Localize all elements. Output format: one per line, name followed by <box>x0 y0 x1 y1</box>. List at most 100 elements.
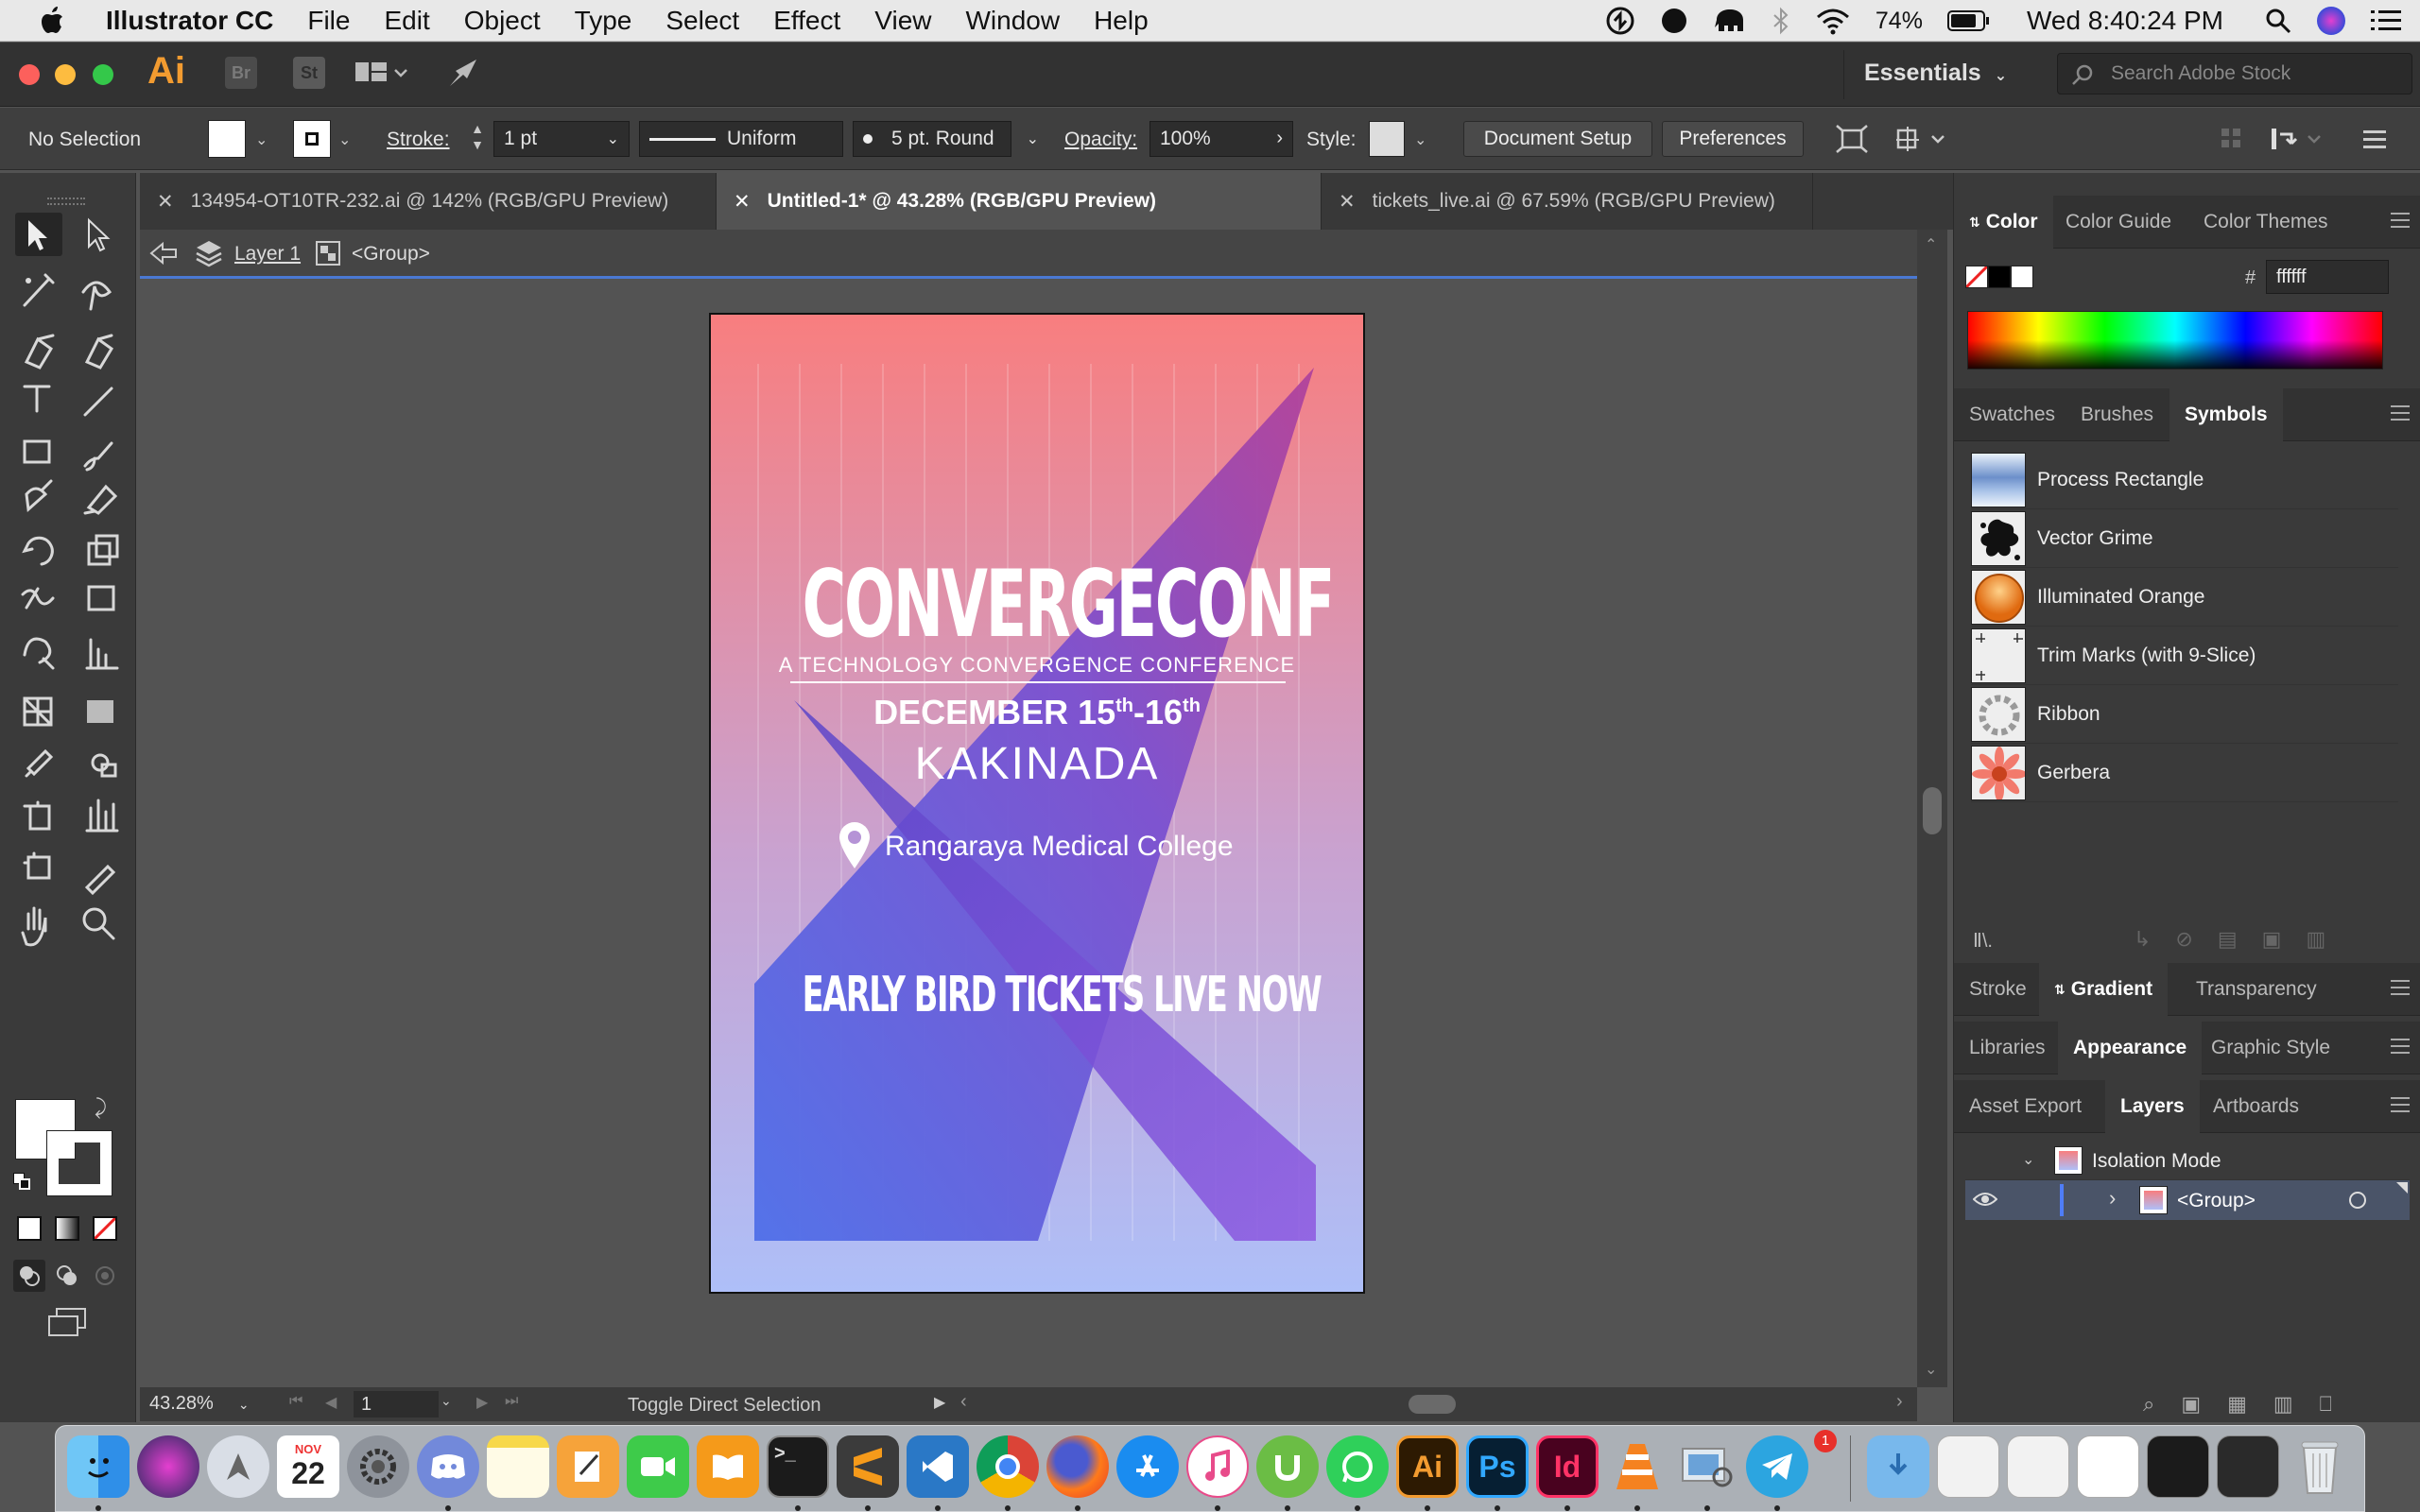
document-stack-icon[interactable] <box>1937 1435 1999 1498</box>
chevron-down-icon[interactable]: ⌄ <box>338 130 351 149</box>
none-swatch[interactable] <box>1965 266 1988 288</box>
close-tab-icon[interactable]: ✕ <box>734 190 751 214</box>
sync-icon[interactable] <box>1605 6 1635 36</box>
menu-effect[interactable]: Effect <box>756 6 857 36</box>
first-artboard-icon[interactable]: ⏮ <box>289 1393 302 1410</box>
stroke-stepper[interactable]: ▲ ▼ <box>463 121 492 157</box>
draw-inside-icon[interactable] <box>89 1260 121 1292</box>
photoshop-icon[interactable]: Ps <box>1466 1435 1529 1498</box>
zoom-window-button[interactable] <box>93 64 113 85</box>
screenshot-thumb-icon[interactable] <box>2077 1435 2139 1498</box>
downloads-folder-icon[interactable] <box>1867 1435 1929 1498</box>
symbol-item[interactable]: Vector Grime <box>1971 509 2398 568</box>
chevron-right-icon[interactable]: › <box>2109 1186 2116 1211</box>
notification-center-icon[interactable] <box>2371 9 2401 33</box>
minimize-window-button[interactable] <box>55 64 76 85</box>
graphic-style-swatch[interactable] <box>1369 121 1405 157</box>
target-circle-icon[interactable] <box>2349 1192 2366 1209</box>
battery-icon[interactable] <box>1946 9 1991 32</box>
symbol-item[interactable]: Illuminated Orange <box>1971 568 2398 627</box>
menu-type[interactable]: Type <box>558 6 649 36</box>
document-stack-icon[interactable] <box>2007 1435 2069 1498</box>
tab-brushes[interactable]: Brushes <box>2066 388 2169 441</box>
menu-help[interactable]: Help <box>1077 6 1166 36</box>
symbol-item[interactable]: Gerbera <box>1971 744 2398 802</box>
hex-input[interactable]: ffffff <box>2266 260 2389 294</box>
document-setup-button[interactable]: Document Setup <box>1463 121 1652 157</box>
artboard[interactable]: CONVERGECONF A TECHNOLOGY CONVERGENCE CO… <box>709 313 1365 1294</box>
tab-asset-export[interactable]: Asset Export <box>1954 1080 2097 1133</box>
last-artboard-icon[interactable]: ⏭ <box>505 1393 518 1410</box>
close-tab-icon[interactable]: ✕ <box>1339 190 1356 214</box>
status-dot-icon[interactable] <box>1660 7 1688 35</box>
menu-window[interactable]: Window <box>948 6 1077 36</box>
indesign-icon[interactable]: Id <box>1536 1435 1599 1498</box>
clock[interactable]: Wed 8:40:24 PM <box>2027 6 2223 36</box>
whatsapp-icon[interactable] <box>1326 1435 1389 1498</box>
symbol-libraries-icon[interactable]: Ⅱ\. <box>1973 929 1993 953</box>
stroke-color-box[interactable] <box>46 1130 112 1196</box>
next-artboard-icon[interactable]: ▶ <box>476 1393 488 1412</box>
brush-definition[interactable]: 5 pt. Round ⌄ <box>853 121 1039 157</box>
chevron-down-icon[interactable]: ⌄ <box>1414 130 1426 149</box>
scroll-up-icon[interactable]: ⌃ <box>1925 235 1937 254</box>
pages-icon[interactable] <box>557 1435 619 1498</box>
symbol-item[interactable]: Trim Marks (with 9-Slice) <box>1971 627 2398 685</box>
bridge-icon[interactable]: Br <box>225 57 257 89</box>
illustrator-dock-icon[interactable]: Ai <box>1396 1435 1459 1498</box>
app-menu[interactable]: Illustrator CC <box>81 6 290 36</box>
stock-search-input[interactable]: Search Adobe Stock <box>2057 53 2412 94</box>
preview-icon[interactable] <box>1676 1435 1738 1498</box>
draw-normal-icon[interactable] <box>13 1260 45 1292</box>
gpu-performance-icon[interactable] <box>448 58 480 88</box>
tab-libraries[interactable]: Libraries <box>1954 1022 2061 1074</box>
notes-icon[interactable] <box>487 1435 549 1498</box>
tab-graphic-styles[interactable]: Graphic Style <box>2196 1022 2345 1074</box>
tab-document-3[interactable]: ✕ tickets_live.ai @ 67.59% (RGB/GPU Previ… <box>1322 173 1813 230</box>
menu-view[interactable]: View <box>857 6 948 36</box>
vscode-icon[interactable] <box>907 1435 969 1498</box>
discord-icon[interactable] <box>417 1435 479 1498</box>
facetime-icon[interactable] <box>627 1435 689 1498</box>
panel-menu-icon[interactable] <box>2391 980 2410 995</box>
scroll-down-icon[interactable]: ⌄ <box>1925 1360 1937 1379</box>
horizontal-scrollbar[interactable]: ‹ › <box>955 1387 1917 1421</box>
panel-menu-icon[interactable] <box>2363 130 2386 149</box>
white-swatch[interactable] <box>2011 266 2033 288</box>
selection-indicator[interactable] <box>2396 1182 2408 1194</box>
default-fill-stroke-icon[interactable] <box>13 1173 32 1192</box>
zoom-field[interactable]: 43.28% ⌄ <box>149 1393 250 1415</box>
panel-menu-icon[interactable] <box>2391 1039 2410 1054</box>
vertical-scrollbar[interactable]: ⌃ ⌄ <box>1917 230 1947 1387</box>
tab-layers[interactable]: Layers <box>2105 1080 2200 1133</box>
scroll-thumb[interactable] <box>1923 787 1942 834</box>
artboard-number-field[interactable]: 1 <box>354 1391 439 1418</box>
arrange-documents-icon[interactable] <box>355 61 408 84</box>
close-tab-icon[interactable]: ✕ <box>157 190 174 214</box>
trash-icon[interactable] <box>2289 1435 2351 1498</box>
grid-icon[interactable] <box>2221 129 2242 149</box>
status-menu-icon[interactable]: ▶ <box>934 1393 945 1412</box>
tab-artboards[interactable]: Artboards <box>2198 1080 2314 1133</box>
window-thumb-icon[interactable] <box>2217 1435 2279 1498</box>
apple-icon[interactable] <box>0 6 81 35</box>
app-store-icon[interactable] <box>1116 1435 1179 1498</box>
tab-stroke[interactable]: Stroke <box>1954 963 2042 1016</box>
bluetooth-icon[interactable] <box>1772 7 1790 35</box>
system-preferences-icon[interactable] <box>347 1435 409 1498</box>
panel-menu-icon[interactable] <box>2391 405 2410 421</box>
tab-transparency[interactable]: Transparency <box>2181 963 2332 1016</box>
tab-color-guide[interactable]: Color Guide <box>2050 196 2187 249</box>
spotlight-icon[interactable] <box>2265 8 2291 34</box>
workspace-switcher[interactable]: Essentials ⌄ <box>1864 60 2007 87</box>
itunes-icon[interactable] <box>1186 1435 1249 1498</box>
stroke-swatch[interactable] <box>293 120 331 158</box>
expand-icon[interactable]: ⌄ <box>2022 1150 2034 1169</box>
terminal-icon[interactable]: >_ <box>767 1435 829 1498</box>
stock-icon[interactable]: St <box>293 57 325 89</box>
scroll-right-icon[interactable]: › <box>1896 1391 1903 1413</box>
elephant-icon[interactable] <box>1713 7 1747 35</box>
preferences-button[interactable]: Preferences <box>1662 121 1804 157</box>
tab-gradient[interactable]: ⇅ Gradient <box>2039 963 2169 1016</box>
symbol-item[interactable]: Process Rectangle <box>1971 451 2398 509</box>
